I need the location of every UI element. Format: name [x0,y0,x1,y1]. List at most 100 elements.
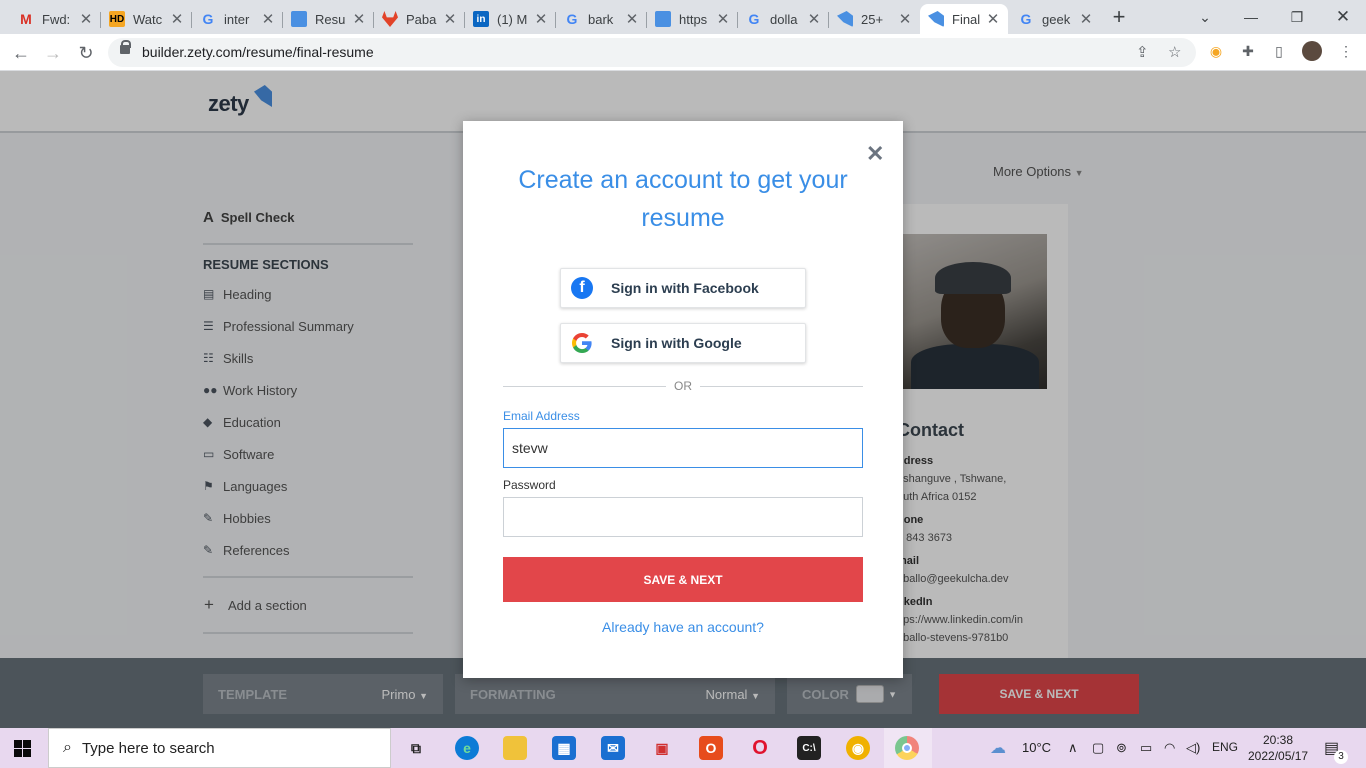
meet-icon[interactable]: ▢ [1092,740,1104,756]
opera-icon[interactable]: O [748,736,772,760]
back-arrow-icon[interactable]: ← [9,41,33,65]
tab-linkedin[interactable]: in (1) M ✕ [465,4,556,34]
close-tab-icon[interactable]: ✕ [807,10,821,28]
email-input-value: stevw [512,440,548,456]
google-button-label: Sign in with Google [611,335,742,351]
clock-time: 20:38 [1262,733,1294,747]
reload-icon[interactable]: ↻ [74,41,98,65]
tab-title: inter [224,11,250,27]
tab-title: https [679,11,708,27]
tab-resume[interactable]: Resu ✕ [283,4,374,34]
edge-icon[interactable]: e [455,736,479,760]
language-indicator[interactable]: ENG [1212,740,1238,754]
weather-temp[interactable]: 10°C [1022,740,1051,755]
close-tab-icon[interactable]: ✕ [625,10,639,28]
chrome-menu-icon[interactable]: ⋮ [1336,41,1356,61]
search-placeholder: Type here to search [81,739,215,757]
extensions-puzzle-icon[interactable]: ✚ [1238,41,1258,61]
tab-title: geek [1042,11,1071,27]
wifi-icon[interactable]: ◠ [1164,740,1175,756]
clock-date: 2022/05/17 [1248,749,1309,763]
linkedin-icon: in [473,11,489,27]
browser-tab-strip: M Fwd: ✕ HD Watc ✕ G inter ✕ Resu ✕ Paba… [0,0,1366,34]
tab-https[interactable]: https ✕ [647,4,738,34]
close-tab-icon[interactable]: ✕ [898,10,912,28]
clock[interactable]: 20:38 2022/05/17 [1248,732,1308,764]
tray-chevron-up-icon[interactable]: ∧ [1068,740,1078,756]
windows-taskbar: ⌕ Type here to search ⧉ e ▦ ✉ ▣ O O C:\ … [0,728,1366,768]
url-text: builder.zety.com/resume/final-resume [142,44,374,60]
email-input[interactable]: stevw [503,428,863,468]
tab-title: Resu [315,11,346,27]
bookmark-star-icon[interactable]: ☆ [1168,43,1181,61]
network-icon[interactable]: ⊚ [1116,740,1127,756]
facebook-signin-button[interactable]: f Sign in with Facebook [560,268,806,308]
extension-circle-icon[interactable]: ◉ [1206,41,1226,61]
modal-title: Create an account to get your resume [518,166,848,232]
close-icon[interactable]: ✕ [866,141,884,167]
tab-search-icon[interactable]: ⌄ [1182,0,1228,34]
lock-icon [120,40,131,54]
tab-gitlab[interactable]: Paba ✕ [374,4,465,34]
close-tab-icon[interactable]: ✕ [170,10,184,28]
close-window-button[interactable]: ✕ [1320,0,1366,34]
address-bar[interactable]: builder.zety.com/resume/final-resume ⇪ ☆ [108,38,1196,67]
email-label: Email Address [503,409,580,423]
restore-button[interactable]: ❐ [1274,0,1320,34]
tab-google-search[interactable]: G inter ✕ [192,4,283,34]
file-explorer-icon[interactable] [503,736,527,760]
forward-arrow-icon[interactable]: → [41,41,65,65]
task-view-icon[interactable]: ⧉ [404,736,428,760]
tab-google-geek[interactable]: G geek ✕ [1010,4,1101,34]
password-label: Password [503,478,556,492]
battery-icon[interactable]: ▭ [1140,740,1152,756]
tab-title: 25+ [861,11,884,27]
profile-avatar[interactable] [1302,41,1322,61]
side-panel-icon[interactable]: ▯ [1269,41,1289,61]
close-tab-icon[interactable]: ✕ [534,10,548,28]
tab-25[interactable]: 25+ ✕ [829,4,920,34]
office-icon[interactable]: O [699,736,723,760]
google-icon: G [1020,11,1032,27]
password-input[interactable] [503,497,863,537]
google-signin-button[interactable]: Sign in with Google [560,323,806,363]
close-tab-icon[interactable]: ✕ [443,10,457,28]
share-icon[interactable]: ⇪ [1136,43,1149,61]
search-icon: ⌕ [63,739,72,756]
close-tab-icon[interactable]: ✕ [352,10,366,28]
facebook-icon: f [571,277,593,299]
gmail-icon: M [20,11,32,27]
gift-icon[interactable]: ▣ [650,736,674,760]
tab-google-dollar[interactable]: G dolla ✕ [738,4,829,34]
close-tab-icon[interactable]: ✕ [1079,10,1093,28]
terminal-icon[interactable]: C:\ [797,736,821,760]
tab-google-bark[interactable]: G bark ✕ [556,4,647,34]
new-tab-button[interactable]: + [1108,6,1130,28]
volume-icon[interactable]: ◁) [1186,740,1200,756]
store-icon[interactable]: ▦ [552,736,576,760]
google-icon: G [748,11,760,27]
close-tab-icon[interactable]: ✕ [986,10,1000,28]
windows-start-icon[interactable] [14,740,31,757]
close-tab-icon[interactable]: ✕ [716,10,730,28]
chrome-icon[interactable] [895,736,919,760]
close-tab-icon[interactable]: ✕ [79,10,93,28]
weather-cloud-icon: ☁ [990,740,1006,757]
google-icon: G [202,11,214,27]
close-tab-icon[interactable]: ✕ [261,10,275,28]
notification-count-badge: 3 [1334,750,1348,764]
mail-icon[interactable]: ✉ [601,736,625,760]
tab-gmail[interactable]: M Fwd: ✕ [10,4,101,34]
facebook-button-label: Sign in with Facebook [611,280,759,296]
gitlab-icon [382,11,398,27]
norton-icon[interactable]: ◉ [846,736,870,760]
taskbar-search-box[interactable]: ⌕ Type here to search [48,728,391,768]
minimize-button[interactable]: — [1228,0,1274,34]
save-next-button[interactable]: SAVE & NEXT [503,557,863,602]
tab-final-resume[interactable]: Final ✕ [920,4,1008,34]
zety-icon [837,11,853,27]
or-text: OR [674,379,692,393]
already-have-account-link[interactable]: Already have an account? [503,619,863,635]
tab-title: bark [588,11,614,27]
tab-watch[interactable]: HD Watc ✕ [101,4,192,34]
